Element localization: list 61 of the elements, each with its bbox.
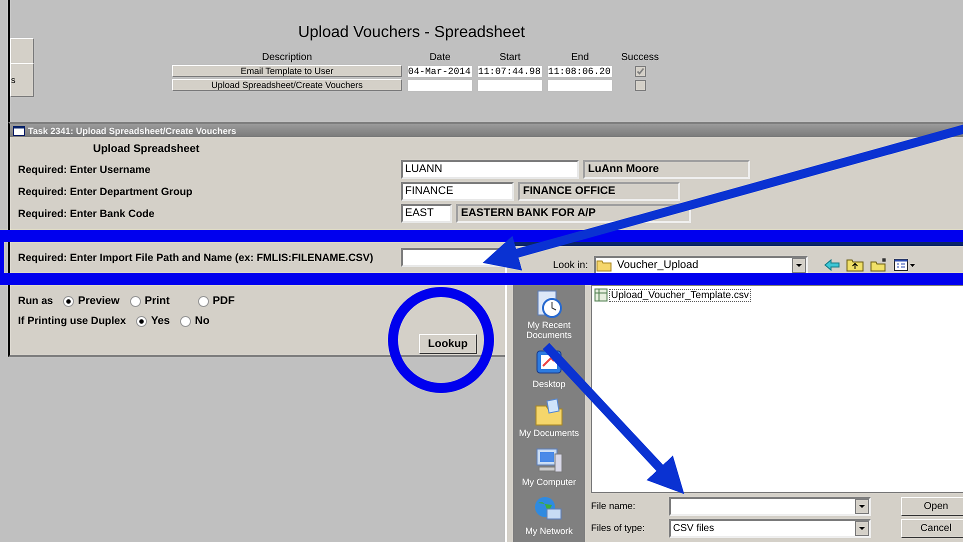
back-arrow-icon[interactable] [824,258,840,272]
radio-option[interactable]: PDF [198,295,235,307]
caret-icon[interactable] [855,499,869,514]
look-in-label: Look in: [553,260,588,270]
date-field [408,80,472,90]
option-label: If Printing use Duplex [18,315,126,327]
column-header: End [570,52,590,63]
column-header: Description [260,52,314,63]
field-label: Required: Enter Username [18,164,152,176]
section-heading: Upload Spreadsheet [93,143,200,157]
step-button[interactable]: Upload Spreadsheet/Create Vouchers [172,79,402,91]
description-field: LuAnn Moore [583,160,750,179]
places-item[interactable]: My Computer [513,446,585,487]
places-item[interactable]: Desktop [513,348,585,389]
caret-icon[interactable] [792,258,806,272]
radio-option[interactable]: Preview [63,295,120,307]
step-button[interactable]: Email Template to User [172,65,402,77]
places-item[interactable]: My Documents [513,397,585,438]
file-name-field[interactable] [669,497,871,516]
description-field: EASTERN BANK FOR A/P [456,204,691,223]
task-title: Task 2341: Upload Spreadsheet/Create Vouchers [28,126,236,136]
folder-icon [596,258,612,272]
option-label: Run as [18,295,54,307]
caret-icon[interactable] [855,521,869,536]
start-time-field [478,80,542,90]
new-folder-icon[interactable] [870,258,888,272]
end-time-field [548,80,612,90]
column-header: Start [498,52,522,63]
cancel-button[interactable]: Cancel [901,519,963,538]
file-item[interactable]: Upload_Voucher_Template.csv [609,288,751,302]
up-folder-icon[interactable] [846,258,864,272]
radio-option[interactable]: No [180,315,210,327]
view-menu-icon[interactable] [894,258,916,272]
field-label: Required: Enter Bank Code [18,208,156,220]
input-field[interactable]: FINANCE [401,182,514,201]
folder-icon [533,397,565,427]
start-time-field: 11:07:44.98 [478,66,542,76]
input-field[interactable]: EAST [401,204,452,223]
radio-option[interactable]: Print [130,295,170,307]
lookup-button[interactable]: Lookup [419,334,477,354]
radio-option[interactable]: Yes [136,315,170,327]
column-header: Success [620,52,660,63]
date-field: 04-Mar-2014 [408,66,472,76]
file-type-dropdown[interactable]: CSV files [669,519,871,538]
places-item[interactable]: My Network [513,495,585,536]
input-field[interactable]: LUANN [401,160,579,179]
side-button[interactable] [10,38,34,64]
window-icon [13,126,25,136]
column-header: Date [428,52,452,63]
field-label: Required: Enter Department Group [18,186,194,198]
end-time-field: 11:08:06.20 [548,66,612,76]
page-title: Upload Vouchers - Spreadsheet [297,24,526,43]
spreadsheet-file-icon [594,288,608,302]
file-name-label: File name: [591,501,636,512]
folder-dropdown[interactable]: Voucher_Upload [594,256,808,274]
file-type-label: Files of type: [591,523,646,534]
field-label: Required: Enter Import File Path and Name (ex: FMLIS:FILENAME.CSV) [18,252,374,264]
side-button[interactable]: s [10,63,34,97]
open-button[interactable]: Open [901,497,963,516]
description-field: FINANCE OFFICE [518,182,680,201]
places-item[interactable]: My Recent Documents [513,289,585,340]
